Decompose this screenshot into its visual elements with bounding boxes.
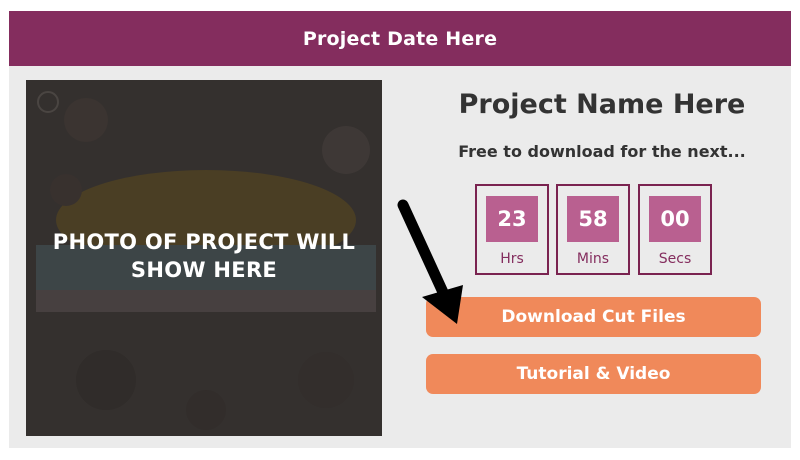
header-bar: Project Date Here (9, 11, 791, 66)
countdown-hours-label: Hrs (500, 251, 524, 267)
countdown-minutes-value: 58 (567, 196, 619, 242)
countdown-hours: 23 Hrs (475, 184, 549, 275)
photo-placeholder-text: PHOTO OF PROJECT WILL SHOW HERE (52, 230, 356, 282)
countdown-minutes-label: Mins (576, 251, 610, 267)
countdown-seconds: 00 Secs (638, 184, 712, 275)
project-photo-placeholder: PHOTO OF PROJECT WILL SHOW HERE (26, 80, 382, 436)
countdown-seconds-label: Secs (658, 251, 692, 267)
project-date-title: Project Date Here (302, 27, 498, 50)
countdown-hours-value: 23 (486, 196, 538, 242)
pointer-arrow-icon (397, 199, 463, 324)
project-card: Project Date Here PHOTO OF PROJECT WILL … (9, 11, 791, 448)
tutorial-video-button[interactable]: Tutorial & Video (426, 354, 761, 394)
download-cut-files-button[interactable]: Download Cut Files (426, 297, 761, 337)
project-name: Project Name Here (458, 89, 746, 120)
countdown-minutes: 58 Mins (556, 184, 630, 275)
download-availability-text: Free to download for the next... (458, 142, 746, 161)
countdown-seconds-value: 00 (649, 196, 701, 242)
